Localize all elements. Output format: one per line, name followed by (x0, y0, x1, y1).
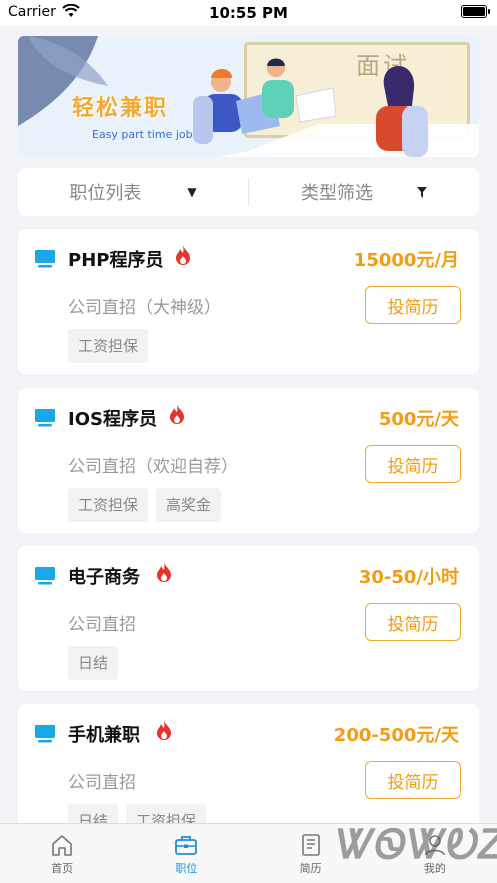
hot-fire-icon (157, 720, 171, 740)
tab-label: 首页 (51, 862, 74, 875)
monitor-icon (35, 725, 55, 743)
battery-icon (461, 5, 490, 18)
banner-subtitle: Easy part time job (92, 128, 193, 141)
type-filter[interactable]: 类型筛选 (249, 168, 479, 216)
job-salary: 15000元/月 (353, 250, 459, 271)
job-tag: 高奖金 (156, 488, 222, 522)
position-list-filter[interactable]: 职位列表 ▼ (18, 168, 248, 216)
job-title: PHP程序员 (68, 250, 164, 271)
briefcase-icon (175, 836, 198, 855)
filter-bar: 职位列表 ▼ 类型筛选 (18, 168, 479, 216)
clock: 10:55 PM (209, 4, 288, 22)
status-bar: Carrier 10:55 PM (0, 0, 497, 26)
promo-banner[interactable]: 面试 轻松兼职 Easy part time job (18, 36, 479, 157)
apply-button[interactable]: 投简历 (365, 761, 461, 799)
job-title: IOS程序员 (68, 409, 157, 430)
job-title: 手机兼职 (68, 725, 140, 746)
funnel-icon (417, 186, 427, 198)
filter-label: 类型筛选 (301, 183, 373, 204)
tab-label: 职位 (175, 862, 198, 875)
hot-fire-icon (157, 562, 171, 582)
job-company: 公司直招（欢迎自荐） (68, 457, 238, 477)
monitor-icon (35, 409, 55, 427)
monitor-icon (35, 567, 55, 585)
job-tag: 工资担保 (68, 488, 149, 522)
hot-fire-icon (176, 245, 190, 265)
apply-button[interactable]: 投简历 (365, 286, 461, 324)
job-tags: 日结 (68, 646, 119, 680)
monitor-icon (35, 250, 55, 268)
job-card[interactable]: PHP程序员 15000元/月 公司直招（大神级） 投简历 工资担保 (18, 229, 479, 374)
job-title: 电子商务 (68, 567, 140, 588)
filter-label: 职位列表 (69, 183, 142, 204)
job-tag: 工资担保 (68, 329, 149, 363)
banner-slogan: 轻松兼职 (72, 96, 169, 121)
job-tags: 工资担保 高奖金 (68, 488, 222, 522)
watermark-logo: ᏔᏫᏔᎧᏃ (331, 822, 497, 868)
job-salary: 30-50/小时 (358, 567, 459, 588)
apply-button[interactable]: 投简历 (365, 445, 461, 483)
job-salary: 200-500元/天 (333, 725, 459, 746)
apply-button[interactable]: 投简历 (365, 603, 461, 641)
home-icon (52, 835, 72, 856)
triangle-down-icon: ▼ (187, 185, 197, 199)
job-card[interactable]: 电子商务 30-50/小时 公司直招 投简历 日结 (18, 546, 479, 691)
job-tags: 工资担保 (68, 329, 149, 363)
job-tag: 日结 (68, 646, 119, 680)
job-company: 公司直招 (68, 773, 136, 793)
tab-home[interactable]: 首页 (0, 824, 124, 883)
tab-positions[interactable]: 职位 (124, 824, 248, 883)
job-card[interactable]: IOS程序员 500元/天 公司直招（欢迎自荐） 投简历 工资担保 高奖金 (18, 388, 479, 533)
resume-icon (301, 834, 320, 856)
hot-fire-icon (170, 404, 184, 424)
job-company: 公司直招（大神级） (68, 298, 221, 318)
tab-label: 简历 (299, 862, 322, 875)
job-salary: 500元/天 (378, 409, 459, 430)
job-company: 公司直招 (68, 615, 136, 635)
